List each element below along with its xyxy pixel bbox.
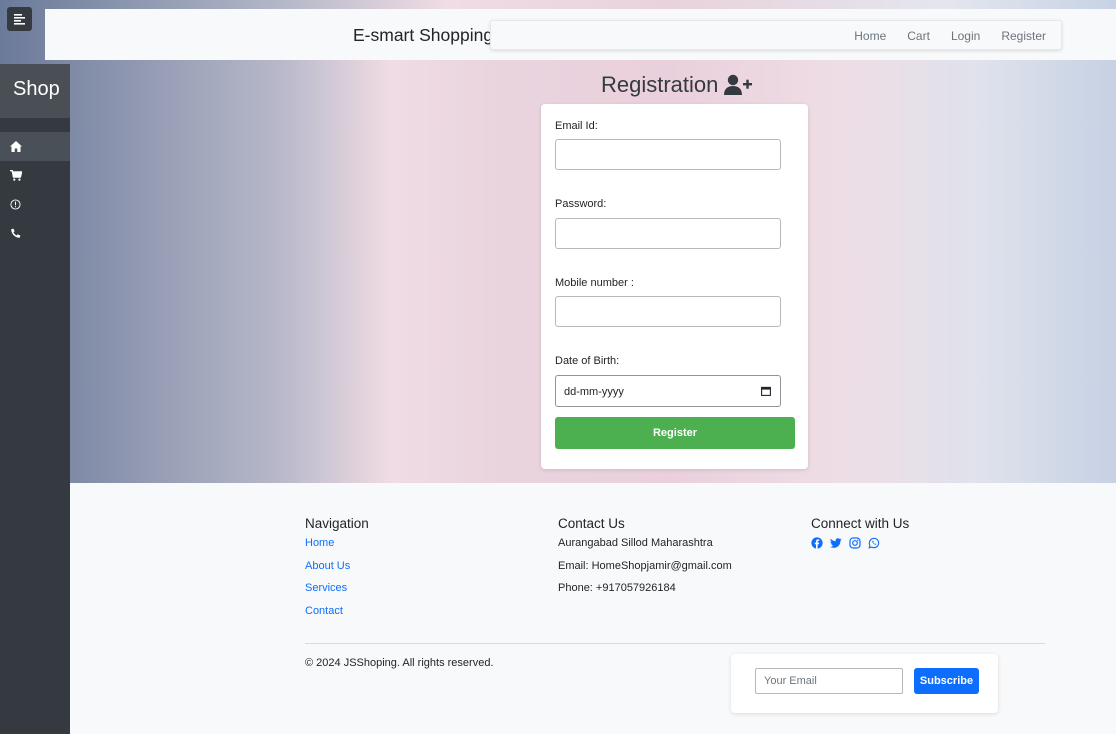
menu-icon [13,13,25,25]
footer-email: Email: HomeShopjamir@gmail.com [558,559,732,572]
password-label: Password: [555,198,607,210]
footer-connect: Connect with Us [811,516,909,549]
email-field[interactable] [555,139,781,170]
nav-register-link[interactable]: Register [1001,29,1046,43]
nav-home-link[interactable]: Home [854,29,886,43]
dob-label: Date of Birth: [555,355,620,367]
registration-heading: Registration [601,72,753,98]
user-plus-icon [724,74,753,95]
footer-address: Aurangabad Sillod Maharashtra [558,537,713,549]
calendar-icon[interactable] [761,386,771,396]
sidebar-item-info[interactable] [0,190,70,219]
password-field[interactable] [555,218,781,249]
info-icon [10,199,21,210]
subscribe-form: Your Email Subscribe [731,654,998,713]
subscribe-button[interactable]: Subscribe [914,668,979,694]
footer-link-contact[interactable]: Contact [305,605,369,628]
mobile-field[interactable] [555,296,781,327]
whatsapp-icon[interactable] [868,537,880,549]
cart-icon [10,170,22,181]
footer-link-about[interactable]: About Us [305,560,369,583]
sidebar-toggle-button[interactable] [7,7,32,31]
phone-icon [11,228,21,238]
sidebar-brand[interactable]: Shop [0,64,70,118]
dob-value: dd-mm-yyyy [564,386,624,398]
footer-divider [305,643,1045,644]
registration-title: Registration [601,72,719,97]
nav-cart-link[interactable]: Cart [907,29,930,43]
register-button[interactable]: Register [555,417,795,449]
subscribe-email-placeholder: Your Email [764,675,817,687]
home-icon [10,141,22,152]
registration-form: Email Id: Password: Mobile number : Date… [541,104,808,469]
top-navbar: E-smart Shopping Home Cart Login Registe… [45,9,1116,60]
footer-navigation: Navigation Home About Us Services Contac… [305,516,369,628]
sidebar-item-home[interactable] [0,132,70,161]
sidebar-item-cart[interactable] [0,161,70,190]
footer-link-home[interactable]: Home [305,537,369,560]
nav-login-link[interactable]: Login [951,29,980,43]
top-gradient-strip [0,0,1116,9]
sidebar-item-contact[interactable] [0,219,70,248]
footer-contact-heading: Contact Us [558,516,625,531]
copyright-text: © 2024 JSShoping. All rights reserved. [305,657,494,669]
instagram-icon[interactable] [849,537,861,549]
nav-menu: Home Cart Login Register [490,20,1062,50]
sidebar: Shop [0,64,70,734]
footer-contact: Contact Us Aurangabad Sillod Maharashtra… [558,516,732,605]
brand-title[interactable]: E-smart Shopping [353,25,493,46]
footer: Navigation Home About Us Services Contac… [70,483,1116,734]
dob-field[interactable]: dd-mm-yyyy [555,375,781,407]
subscribe-email-input[interactable]: Your Email [755,668,903,694]
footer-navigation-heading: Navigation [305,516,369,531]
footer-link-services[interactable]: Services [305,582,369,605]
footer-connect-heading: Connect with Us [811,516,910,531]
email-label: Email Id: [555,120,598,132]
facebook-icon[interactable] [811,537,823,549]
footer-phone: Phone: +917057926184 [558,582,676,595]
mobile-label: Mobile number : [555,277,634,289]
twitter-icon[interactable] [830,537,842,549]
